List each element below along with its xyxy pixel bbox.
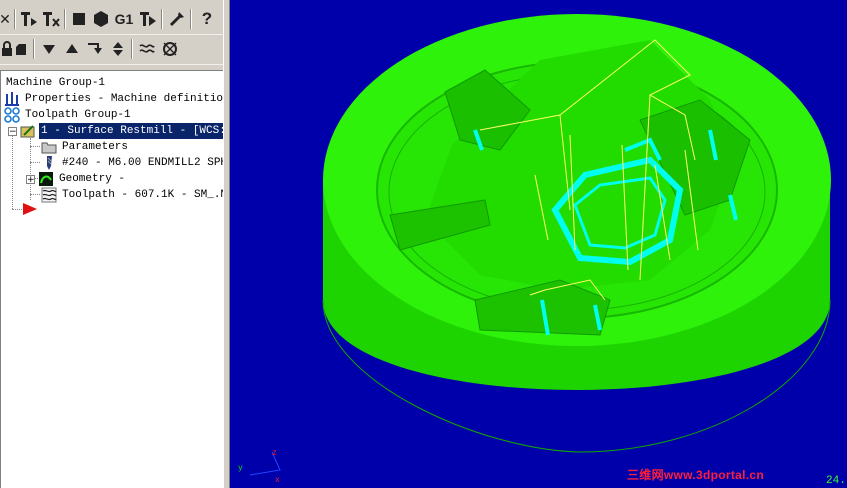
options-icon[interactable]: [159, 38, 181, 60]
collapse-toggle-icon[interactable]: −: [8, 126, 17, 136]
svg-text:x: x: [275, 476, 280, 485]
tree-item-machine-group[interactable]: Machine Group-1: [4, 75, 107, 91]
tree-item-label: Toolpath Group-1: [25, 109, 131, 121]
toolbar-separator: [131, 39, 133, 59]
toolpath-group-icon: [4, 107, 20, 123]
tree-item-label: #240 - M6.00 ENDMILL2 SPHER: [62, 157, 223, 169]
folder-icon: [41, 139, 57, 155]
tree-item-operation-1[interactable]: − 1 - Surface Restmill - [WCS: T: [8, 123, 223, 139]
svg-text:z: z: [272, 449, 277, 458]
operation-icon: [20, 123, 36, 139]
tree-item-parameters[interactable]: Parameters: [41, 139, 130, 155]
toolbar-separator: [190, 9, 192, 29]
watermark-text: 三维网www.3dportal.cn: [627, 468, 764, 482]
geometry-icon: [38, 171, 54, 187]
move-down-icon[interactable]: [38, 38, 60, 60]
expand-icon[interactable]: [10, 38, 32, 60]
tree-item-geometry[interactable]: + Geometry -: [26, 171, 127, 187]
g1-label[interactable]: G1: [113, 8, 135, 30]
tree-item-label: Parameters: [62, 141, 129, 153]
backplot-icon[interactable]: [90, 8, 112, 30]
tree-connector: [12, 130, 13, 209]
insert-arrow-marker[interactable]: [22, 201, 41, 217]
tree-item-toolpath[interactable]: Toolpath - 607.1K - SM_.NC: [41, 187, 223, 203]
tree-item-label: Geometry -: [59, 173, 126, 185]
post-icon[interactable]: [137, 8, 159, 30]
tree-item-properties[interactable]: Properties - Machine definition c: [4, 91, 223, 107]
tree-item-label: Properties - Machine definition c: [25, 93, 223, 105]
tree-item-label: Machine Group-1: [6, 77, 106, 89]
operations-toolbar-top: ✕ G1 ?: [0, 5, 226, 35]
tree-connector: [12, 209, 22, 210]
operations-manager-panel: ✕ G1 ? Machine Group-1 Properties - Mach…: [0, 0, 226, 488]
graphics-viewport[interactable]: y z x 三维网www.3dportal.cn 24.: [230, 0, 847, 488]
toolbar-separator: [14, 9, 16, 29]
insert-arrow-icon: [22, 201, 38, 217]
toolbar-separator: [161, 9, 163, 29]
part-model: y z x: [238, 14, 831, 485]
tree-connector: [30, 194, 40, 195]
regenerate-all-icon[interactable]: [18, 8, 40, 30]
xyz-axis-icon: y z x: [238, 449, 281, 485]
stop-icon[interactable]: [68, 8, 90, 30]
tree-connector: [30, 146, 40, 147]
operations-toolbar-bottom: [0, 35, 226, 65]
toolbar-separator: [64, 9, 66, 29]
toolpath-icon: [41, 187, 57, 203]
move-updown-icon[interactable]: [107, 38, 129, 60]
tree-item-tool[interactable]: #240 - M6.00 ENDMILL2 SPHER: [41, 155, 223, 171]
insert-arrow-icon[interactable]: [84, 38, 106, 60]
tree-connector: [30, 162, 40, 163]
tree-item-toolpath-group[interactable]: Toolpath Group-1: [4, 107, 133, 123]
move-up-icon[interactable]: [61, 38, 83, 60]
display-toggle-icon[interactable]: [136, 38, 158, 60]
tool-icon: [41, 155, 57, 171]
properties-icon: [4, 91, 20, 107]
toolbar-separator: [33, 39, 35, 59]
panel-splitter[interactable]: [223, 0, 230, 488]
operations-tree[interactable]: Machine Group-1 Properties - Machine def…: [0, 70, 223, 488]
zoom-readout: 24.: [826, 475, 846, 487]
tree-connector: [30, 138, 31, 200]
expand-toggle-icon[interactable]: +: [26, 174, 35, 184]
regenerate-dirty-icon[interactable]: [40, 8, 62, 30]
tree-item-label: 1 - Surface Restmill - [WCS: T: [39, 123, 223, 139]
verify-icon[interactable]: [166, 8, 188, 30]
tree-item-label: Toolpath - 607.1K - SM_.NC: [62, 189, 223, 201]
help-icon[interactable]: ?: [196, 8, 218, 30]
svg-text:y: y: [238, 464, 243, 473]
